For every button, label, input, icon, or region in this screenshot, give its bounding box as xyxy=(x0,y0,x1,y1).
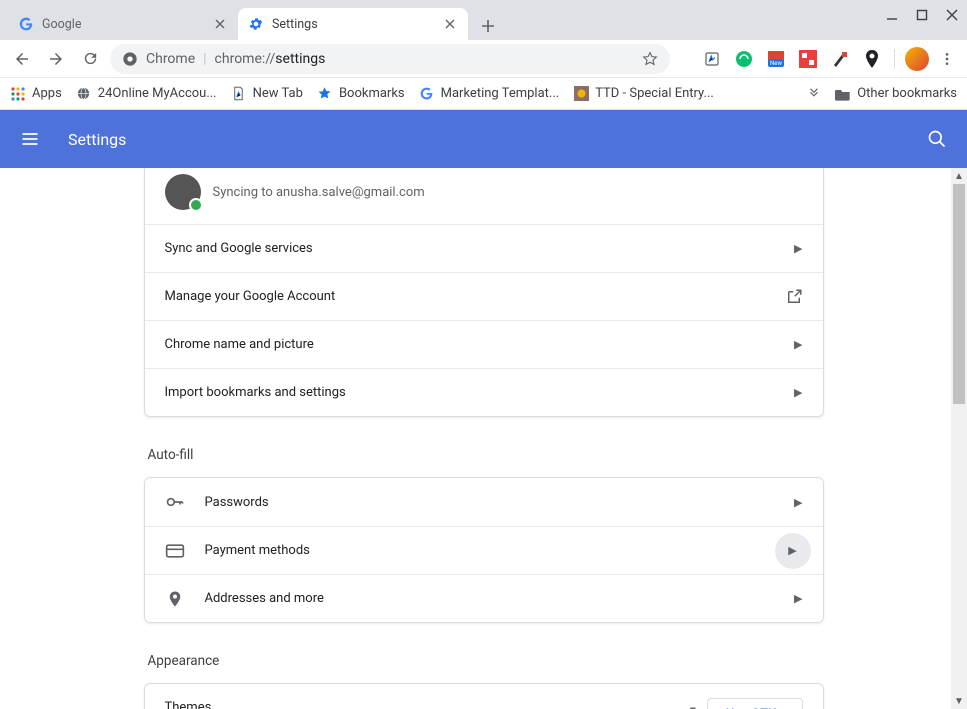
google-favicon-icon xyxy=(18,16,34,32)
appearance-card: Themes Classic Use GTK+ xyxy=(144,683,824,709)
chevron-right-icon: ▶ xyxy=(794,592,802,605)
page-title: Settings xyxy=(68,130,899,149)
tab-title: Google xyxy=(42,17,204,32)
svg-text:New: New xyxy=(770,60,782,67)
payment-methods-row[interactable]: Payment methods ▶ xyxy=(145,526,823,574)
new-tab-button[interactable] xyxy=(474,12,502,40)
tab-settings[interactable]: Settings xyxy=(238,8,468,40)
extension-icon[interactable] xyxy=(860,47,884,71)
close-icon[interactable] xyxy=(212,16,228,32)
extension-icon[interactable] xyxy=(732,47,756,71)
star-icon xyxy=(317,86,333,102)
bookmarks-bar: Apps 24Online MyAccou... New Tab Bookmar… xyxy=(0,78,967,110)
chevron-right-icon: ▶ xyxy=(794,386,802,399)
google-favicon-icon xyxy=(419,86,435,102)
minimize-button[interactable] xyxy=(885,8,899,22)
extension-icon[interactable] xyxy=(796,47,820,71)
passwords-row[interactable]: Passwords ▶ xyxy=(145,478,823,526)
tab-strip: Google Settings xyxy=(8,0,502,40)
location-pin-icon xyxy=(165,589,185,609)
bookmark-item[interactable]: Marketing Templat... xyxy=(419,86,560,102)
address-bar[interactable]: Chrome | chrome://settings xyxy=(110,44,670,74)
profile-avatar[interactable] xyxy=(905,47,929,71)
tab-google[interactable]: Google xyxy=(8,8,238,40)
chevron-right-icon: ▶ xyxy=(794,242,802,255)
addresses-row[interactable]: Addresses and more ▶ xyxy=(145,574,823,622)
window-titlebar: Google Settings xyxy=(0,0,967,40)
use-gtk-button[interactable]: Use GTK+ xyxy=(707,698,803,709)
scroll-up-arrow-icon[interactable]: ▲ xyxy=(951,168,967,184)
bookmark-item[interactable]: Bookmarks xyxy=(317,86,405,102)
reload-button[interactable] xyxy=(76,45,104,73)
manage-account-row[interactable]: Manage your Google Account xyxy=(145,272,823,320)
scrollbar[interactable]: ▲ ▼ xyxy=(951,168,967,709)
window-controls xyxy=(885,8,959,22)
search-icon[interactable] xyxy=(927,129,947,149)
other-bookmarks[interactable]: Other bookmarks xyxy=(835,86,957,102)
scrollbar-thumb[interactable] xyxy=(953,184,965,404)
globe-icon xyxy=(76,86,92,102)
credit-card-icon xyxy=(165,541,185,561)
maximize-button[interactable] xyxy=(915,8,929,22)
themes-row[interactable]: Themes Classic Use GTK+ xyxy=(145,684,823,709)
settings-header: Settings xyxy=(0,110,967,168)
chevron-right-icon: ▶ xyxy=(794,496,802,509)
apps-button[interactable]: Apps xyxy=(10,86,62,102)
section-title-appearance: Appearance xyxy=(148,653,824,669)
folder-icon xyxy=(835,86,851,102)
extension-icon[interactable] xyxy=(828,47,852,71)
page-icon xyxy=(231,86,247,102)
extension-icon[interactable] xyxy=(700,47,724,71)
url-scheme: Chrome xyxy=(146,51,195,67)
chevron-right-icon: ▶ xyxy=(775,533,811,569)
bookmark-item[interactable]: New Tab xyxy=(231,86,303,102)
people-card: Syncing to anusha.salve@gmail.com Sync a… xyxy=(144,168,824,417)
bookmark-item[interactable]: 24Online MyAccou... xyxy=(76,86,217,102)
back-button[interactable] xyxy=(8,45,36,73)
sync-services-row[interactable]: Sync and Google services ▶ xyxy=(145,224,823,272)
sync-status-text: Syncing to anusha.salve@gmail.com xyxy=(213,185,425,200)
sync-on-badge-icon xyxy=(189,198,203,212)
chrome-name-picture-row[interactable]: Chrome name and picture ▶ xyxy=(145,320,823,368)
external-link-icon xyxy=(679,706,697,709)
chrome-icon xyxy=(122,51,138,67)
profile-avatar xyxy=(165,174,201,210)
browser-toolbar: Chrome | chrome://settings New xyxy=(0,40,967,78)
key-icon xyxy=(165,492,185,512)
extensions-row: New xyxy=(700,47,884,71)
import-bookmarks-row[interactable]: Import bookmarks and settings ▶ xyxy=(145,368,823,416)
scroll-down-arrow-icon[interactable]: ▼ xyxy=(951,693,967,709)
sync-status-row: Syncing to anusha.salve@gmail.com xyxy=(145,168,823,224)
star-icon[interactable] xyxy=(642,51,658,67)
section-title-autofill: Auto-fill xyxy=(148,447,824,463)
close-window-button[interactable] xyxy=(945,8,959,22)
chevron-right-icon: ▶ xyxy=(794,338,802,351)
external-link-icon xyxy=(785,288,803,306)
bookmark-item[interactable]: TTD - Special Entry... xyxy=(573,86,714,102)
kebab-menu-icon[interactable] xyxy=(935,47,959,71)
settings-content: Syncing to anusha.salve@gmail.com Sync a… xyxy=(0,168,967,709)
site-icon xyxy=(573,86,589,102)
autofill-card: Passwords ▶ Payment methods ▶ Addresses … xyxy=(144,477,824,623)
menu-icon[interactable] xyxy=(20,129,40,149)
extension-icon[interactable]: New xyxy=(764,47,788,71)
forward-button[interactable] xyxy=(42,45,70,73)
bookmark-overflow[interactable] xyxy=(807,87,821,101)
apps-grid-icon xyxy=(10,86,26,102)
tab-title: Settings xyxy=(272,17,434,32)
close-icon[interactable] xyxy=(442,16,458,32)
gear-icon xyxy=(248,16,264,32)
